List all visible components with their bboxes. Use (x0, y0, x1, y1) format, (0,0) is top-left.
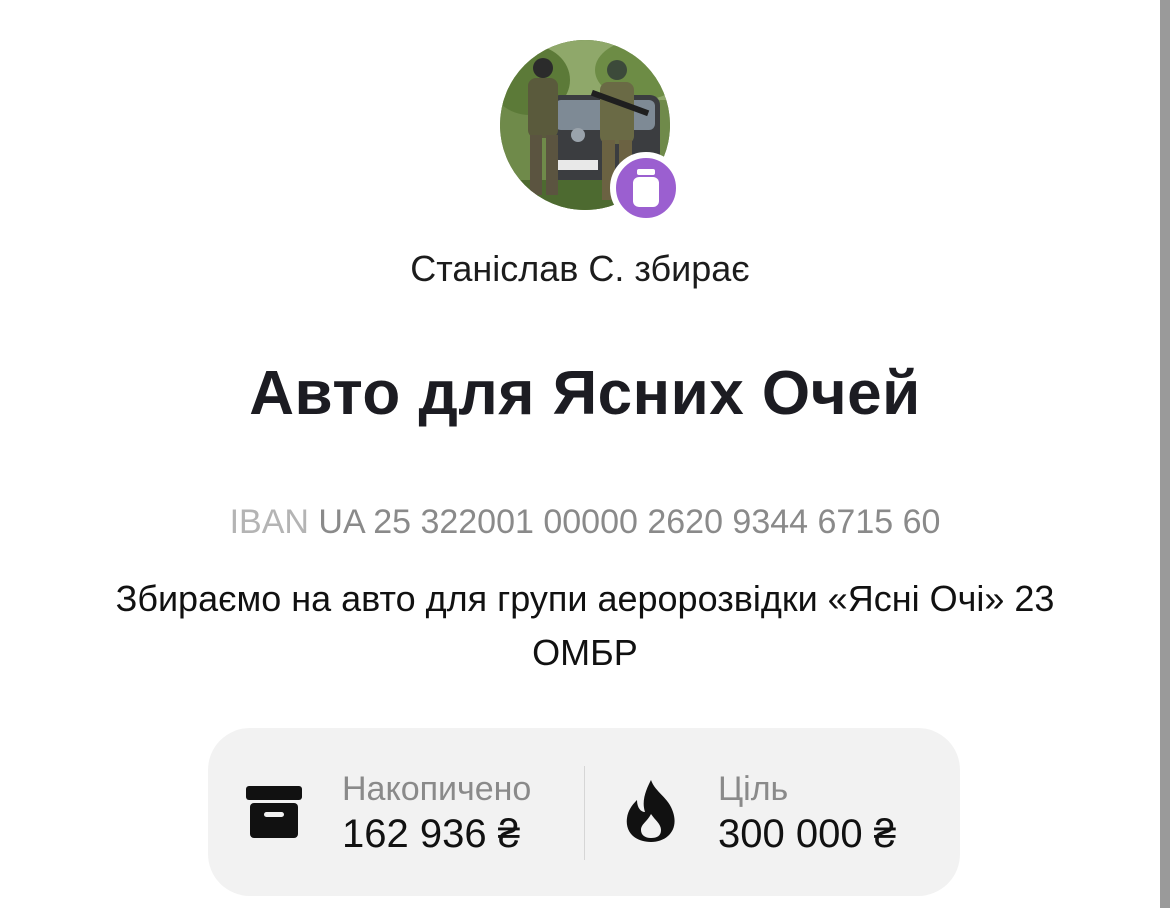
iban-line[interactable]: IBAN UA 25 322001 00000 2620 9344 6715 6… (0, 503, 1170, 542)
collector-name: Станіслав С. збирає (410, 248, 750, 289)
jar-icon (610, 152, 682, 224)
iban-label: IBAN (229, 503, 309, 541)
accumulated-stat: Накопичено 162 936 ₴ (208, 728, 584, 896)
accumulated-label: Накопичено (342, 770, 532, 808)
goal-value: 300 000 ₴ (718, 812, 896, 856)
stats-card: Накопичено 162 936 ₴ Ціль 300 000 ₴ (208, 728, 960, 896)
accumulated-value: 162 936 ₴ (342, 812, 520, 856)
avatar-container (500, 40, 682, 224)
flame-icon (625, 780, 677, 847)
archive-box-icon (246, 786, 302, 843)
goal-stat: Ціль 300 000 ₴ (585, 728, 960, 896)
goal-label: Ціль (718, 770, 789, 808)
jar-title: Авто для Ясних Очей (249, 359, 921, 428)
iban-value[interactable]: UA 25 322001 00000 2620 9344 6715 60 (318, 503, 940, 541)
jar-page: Станіслав С. збирає Авто для Ясних Очей … (0, 0, 1170, 908)
jar-description: Збираємо на авто для групи аеророзвідки … (115, 578, 1055, 673)
scrollbar[interactable] (1160, 0, 1170, 908)
